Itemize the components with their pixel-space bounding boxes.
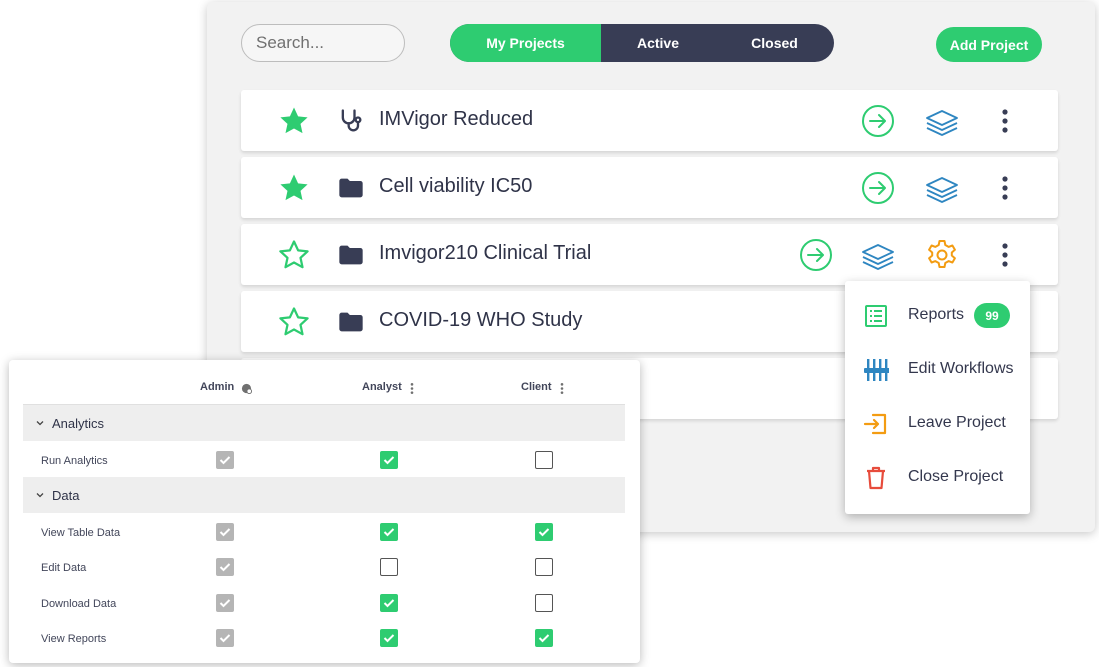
search-input[interactable] [241, 24, 405, 62]
menu-item-close-project[interactable]: Close Project [845, 457, 1030, 497]
tab-my-projects[interactable]: My Projects [450, 24, 601, 62]
star-filled-icon[interactable] [277, 104, 311, 138]
chevron-down-icon[interactable] [35, 490, 45, 500]
project-row[interactable]: IMVigor Reduced [241, 90, 1058, 151]
menu-item-leave-project[interactable]: Leave Project [845, 403, 1030, 443]
checkbox-checked[interactable] [380, 523, 398, 541]
project-title[interactable]: Imvigor210 Clinical Trial [379, 242, 591, 265]
checkbox-unchecked[interactable] [380, 558, 398, 576]
more-options-icon[interactable] [996, 108, 1014, 134]
checkbox-checked[interactable] [380, 594, 398, 612]
client-options-icon[interactable] [559, 382, 565, 395]
more-options-icon[interactable] [996, 242, 1014, 268]
project-row[interactable]: Cell viability IC50 [241, 157, 1058, 218]
menu-item-edit-workflows[interactable]: Edit Workflows [845, 349, 1030, 389]
admin-info-icon[interactable] [241, 383, 252, 394]
column-header-client: Client [521, 381, 552, 393]
chevron-down-icon[interactable] [35, 418, 45, 428]
checkbox-locked [216, 451, 234, 469]
checkbox-checked[interactable] [535, 629, 553, 647]
layers-icon[interactable] [925, 104, 959, 138]
group-header-analytics[interactable]: Analytics [23, 405, 625, 441]
workflow-sliders-icon [864, 359, 889, 381]
checkbox-unchecked[interactable] [535, 451, 553, 469]
open-project-arrow-icon[interactable] [861, 104, 895, 138]
checkbox-checked[interactable] [535, 523, 553, 541]
project-row[interactable]: Imvigor210 Clinical Trial [241, 224, 1058, 285]
folder-icon [339, 178, 363, 198]
checkbox-unchecked[interactable] [535, 558, 553, 576]
open-project-arrow-icon[interactable] [799, 238, 833, 272]
group-title: Data [52, 488, 80, 503]
open-project-arrow-icon[interactable] [861, 171, 895, 205]
reports-count-badge: 99 [974, 303, 1010, 328]
menu-item-label: Edit Workflows [908, 360, 1014, 377]
project-filter-tabs: My Projects Active Closed [450, 24, 834, 62]
permission-label: View Reports [41, 633, 107, 645]
column-header-admin: Admin [200, 381, 235, 393]
folder-icon [339, 312, 363, 332]
project-title[interactable]: Cell viability IC50 [379, 175, 532, 198]
star-filled-icon[interactable] [277, 171, 311, 205]
gear-icon[interactable] [925, 238, 959, 272]
permission-label: Download Data [41, 598, 117, 610]
star-outline-icon[interactable] [277, 305, 311, 339]
star-outline-icon[interactable] [277, 238, 311, 272]
menu-item-reports[interactable]: Reports 99 [845, 295, 1030, 335]
analyst-options-icon[interactable] [409, 382, 415, 395]
menu-item-label: Reports [908, 306, 965, 323]
report-list-icon [865, 305, 887, 327]
stethoscope-icon [341, 109, 362, 132]
checkbox-checked[interactable] [380, 451, 398, 469]
layers-icon[interactable] [861, 238, 895, 272]
project-options-menu: Reports 99 Edit Workflows Leave Project … [845, 281, 1030, 514]
folder-icon [339, 245, 363, 265]
checkbox-locked [216, 523, 234, 541]
trash-icon [867, 466, 885, 490]
project-title[interactable]: COVID-19 WHO Study [379, 309, 582, 332]
more-options-icon[interactable] [996, 175, 1014, 201]
tab-active[interactable]: Active [601, 24, 715, 62]
menu-item-label: Close Project [908, 468, 1004, 485]
permission-label: View Table Data [41, 527, 121, 539]
project-title[interactable]: IMVigor Reduced [379, 108, 533, 131]
menu-item-label: Leave Project [908, 414, 1006, 431]
add-project-button[interactable]: Add Project [936, 27, 1042, 62]
checkbox-locked [216, 594, 234, 612]
tab-closed[interactable]: Closed [715, 24, 834, 62]
checkbox-checked[interactable] [380, 629, 398, 647]
layers-icon[interactable] [925, 171, 959, 205]
permission-label: Run Analytics [41, 455, 108, 467]
checkbox-locked [216, 558, 234, 576]
group-header-data[interactable]: Data [23, 477, 625, 513]
permission-label: Edit Data [41, 562, 87, 574]
checkbox-unchecked[interactable] [535, 594, 553, 612]
leave-project-icon [863, 413, 887, 435]
column-header-analyst: Analyst [362, 381, 402, 393]
checkbox-locked [216, 629, 234, 647]
permissions-card: Admin Analyst Client Analytics Run Analy… [9, 360, 640, 663]
group-title: Analytics [52, 416, 105, 431]
